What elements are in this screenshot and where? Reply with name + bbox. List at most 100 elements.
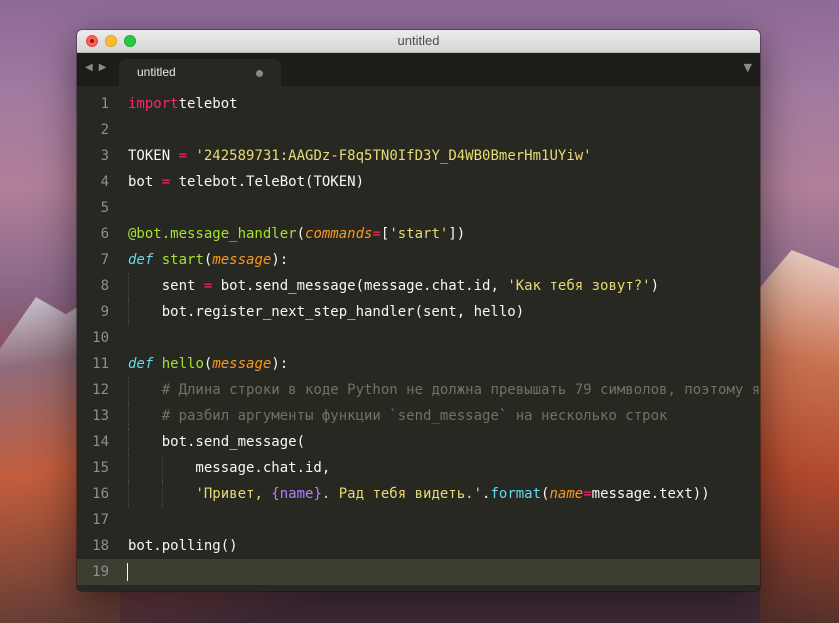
code-line[interactable]: 4 bot = telebot.TeleBot(TOKEN) (77, 169, 760, 195)
code-token: bot (128, 174, 162, 190)
code-line[interactable]: 18 bot.polling() (77, 533, 760, 559)
line-number: 16 (92, 486, 109, 502)
code-line[interactable]: 12 # Длина строки в коде Python не должн… (77, 377, 760, 403)
code-text: importtelebot (128, 91, 238, 117)
code-text: bot.register_next_step_handler(sent, hel… (128, 299, 524, 325)
line-number: 9 (100, 304, 109, 320)
code-token: 'Как тебя зовут?' (507, 278, 651, 294)
line-number: 15 (92, 460, 109, 476)
code-line[interactable]: 8 sent = bot.send_message(message.chat.i… (77, 273, 760, 299)
code-line[interactable]: 19 (77, 559, 760, 585)
code-token: # Длина строки в коде Python не должна п… (161, 382, 760, 398)
line-number: 10 (92, 330, 109, 346)
code-text: @bot.message_handler(commands=['start']) (128, 221, 465, 247)
code-token: ): (271, 252, 289, 268)
window-title: untitled (397, 33, 440, 48)
code-token: @bot.message_handler (128, 226, 297, 242)
code-token: ) (650, 278, 660, 294)
chevron-left-icon[interactable]: ◀ (85, 62, 99, 73)
line-number: 3 (100, 148, 109, 164)
code-line[interactable]: 1 importtelebot (77, 91, 760, 117)
code-token: sent (128, 278, 204, 294)
code-text: bot.polling() (128, 533, 238, 559)
code-line[interactable]: 17 (77, 507, 760, 533)
wallpaper-mountain-right (760, 250, 839, 623)
code-token: . Рад тебя видеть.' (321, 486, 483, 502)
code-token: def (128, 356, 154, 372)
tab-nav-arrows[interactable]: ◀▶ (85, 62, 112, 73)
code-text: sent = bot.send_message(message.chat.id,… (128, 273, 659, 299)
code-editor[interactable]: 1 importtelebot 2 3 TOKEN = '242589731:AAGDz… (77, 86, 760, 591)
code-token: hello (161, 356, 204, 372)
code-token: TOKEN (128, 148, 179, 164)
code-line[interactable]: 9 bot.register_next_step_handler(sent, h… (77, 299, 760, 325)
code-line[interactable]: 7 def start(message): (77, 247, 760, 273)
code-line[interactable]: 2 (77, 117, 760, 143)
line-number: 11 (92, 356, 109, 372)
code-token: message (212, 356, 272, 372)
code-line[interactable]: 6 @bot.message_handler(commands=['start']… (77, 221, 760, 247)
line-number: 8 (100, 278, 109, 294)
line-number: 19 (92, 564, 109, 580)
code-line[interactable]: 14 bot.send_message( (77, 429, 760, 455)
line-number: 2 (100, 122, 109, 138)
code-line[interactable]: 10 (77, 325, 760, 351)
code-token: ): (271, 356, 289, 372)
code-token: = (583, 486, 592, 502)
tab-bar: ◀▶ untitled ▼ (77, 53, 760, 86)
tab-dropdown-icon[interactable]: ▼ (744, 61, 752, 74)
code-token: ]) (448, 226, 466, 242)
code-line[interactable]: 5 (77, 195, 760, 221)
code-token: start (161, 252, 204, 268)
line-number: 7 (100, 252, 109, 268)
code-line[interactable]: 13 # разбил аргументы функции `send_mess… (77, 403, 760, 429)
editor-window: untitled ◀▶ untitled ▼ 1 importtelebot 2 3 T… (77, 30, 760, 591)
title-bar[interactable]: untitled (77, 30, 760, 53)
code-line[interactable]: 16 'Привет, {name}. Рад тебя видеть.'.fo… (77, 481, 760, 507)
code-token: bot.polling() (128, 538, 238, 554)
code-token: message.chat.id, (128, 460, 331, 476)
code-token: 'start' (389, 226, 449, 242)
code-text: TOKEN = '242589731:AAGDz-F8q5TN0IfD3Y_D4… (128, 143, 592, 169)
code-text: message.chat.id, (128, 455, 330, 481)
code-text: def hello(message): (128, 351, 288, 377)
code-token: format (490, 486, 542, 502)
tab-untitled[interactable]: untitled (119, 59, 281, 86)
line-number: 4 (100, 174, 109, 190)
line-number: 18 (92, 538, 109, 554)
line-number: 1 (100, 96, 109, 112)
code-token: name (549, 486, 584, 502)
code-text: 'Привет, {name}. Рад тебя видеть.'.forma… (128, 481, 710, 507)
code-line[interactable]: 15 message.chat.id, (77, 455, 760, 481)
code-token: = (161, 174, 171, 190)
code-token: bot.send_message(message.chat.id, (212, 278, 508, 294)
unsaved-dot-icon[interactable] (256, 70, 263, 77)
chevron-right-icon[interactable]: ▶ (99, 62, 113, 73)
line-number: 5 (100, 200, 109, 216)
line-number: 12 (92, 382, 109, 398)
code-token: '242589731:AAGDz-F8q5TN0IfD3Y_D4WB0BmerH… (195, 148, 592, 164)
code-token: telebot (178, 96, 238, 112)
code-token: # разбил аргументы функции `send_message… (161, 408, 668, 424)
code-token: commands (305, 226, 373, 242)
code-text: bot.send_message( (128, 429, 305, 455)
code-token: telebot.TeleBot(TOKEN) (170, 174, 365, 190)
code-token: message (212, 252, 272, 268)
line-number: 17 (92, 512, 109, 528)
code-token: import (128, 96, 179, 112)
code-token: bot.register_next_step_handler(sent, hel… (128, 304, 525, 320)
line-number: 6 (100, 226, 109, 242)
code-text: # разбил аргументы функции `send_message… (128, 403, 668, 429)
code-token: = (372, 226, 381, 242)
code-line[interactable]: 3 TOKEN = '242589731:AAGDz-F8q5TN0IfD3Y_D… (77, 143, 760, 169)
code-token: message.text)) (591, 486, 710, 502)
tab-label: untitled (137, 65, 176, 79)
code-token: def (128, 252, 154, 268)
code-text: def start(message): (128, 247, 288, 273)
code-line[interactable]: 11 def hello(message): (77, 351, 760, 377)
line-number: 13 (92, 408, 109, 424)
